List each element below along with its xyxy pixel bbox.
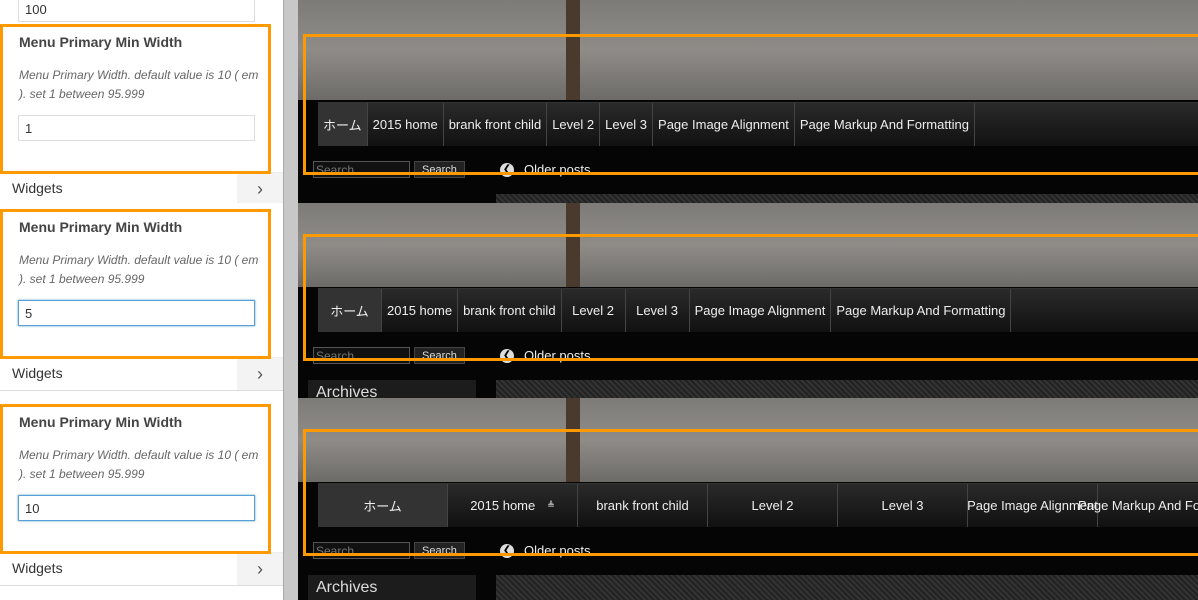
- nav-item[interactable]: Level 2: [547, 103, 601, 146]
- setting-description: Menu Primary Width. default value is 10 …: [19, 448, 259, 481]
- older-posts-link[interactable]: ❮ Older posts: [500, 543, 590, 558]
- scrollbar[interactable]: [283, 398, 298, 600]
- primary-menu: ホーム 2015 home brank front child Level 2 Leve…: [318, 288, 1198, 332]
- chevron-down-icon: ≜: [547, 500, 555, 510]
- search-form: Search: [313, 161, 465, 178]
- customizer-sidebar: Menu Primary Min Width Menu Primary Widt…: [0, 0, 283, 203]
- scrollbar[interactable]: [283, 0, 298, 203]
- nav-item[interactable]: 2015 home: [382, 289, 459, 332]
- customizer-sidebar: Menu Primary Min Width Menu Primary Widt…: [0, 203, 283, 398]
- search-input[interactable]: [313, 161, 410, 178]
- header-image: [298, 0, 1198, 100]
- customizer-sidebar: Menu Primary Min Width Menu Primary Widt…: [0, 398, 283, 600]
- nav-item[interactable]: Page Image Alignment: [690, 289, 832, 332]
- nav-item[interactable]: Level 3: [838, 484, 968, 527]
- widgets-section[interactable]: Widgets ›: [0, 552, 283, 586]
- nav-item[interactable]: Level 2: [562, 289, 626, 332]
- primary-menu: ホーム 2015 home ≜ brank front child Level 2 Lev…: [318, 483, 1198, 527]
- nav-item[interactable]: Page Markup And Formatting: [795, 103, 975, 146]
- menu-min-width-input[interactable]: [18, 495, 255, 521]
- archives-heading: Archives: [308, 575, 476, 600]
- setting-title: Menu Primary Min Width: [19, 34, 183, 50]
- search-form: Search: [313, 347, 465, 364]
- previous-setting-field[interactable]: [18, 0, 255, 22]
- nav-item[interactable]: Level 2: [708, 484, 838, 527]
- menu-min-width-input[interactable]: [18, 115, 255, 141]
- comparison-panel: Menu Primary Min Width Menu Primary Widt…: [0, 0, 1198, 203]
- arrow-left-icon: ❮: [500, 348, 514, 363]
- comparison-panel: Menu Primary Min Width Menu Primary Widt…: [0, 398, 1198, 600]
- older-posts-link[interactable]: ❮ Older posts: [500, 348, 590, 363]
- nav-item[interactable]: ホーム: [318, 484, 448, 527]
- search-button[interactable]: Search: [414, 161, 465, 178]
- older-posts-link[interactable]: ❮ Older posts: [500, 162, 590, 177]
- nav-item[interactable]: Page Image Alignment: [653, 103, 795, 146]
- nav-item[interactable]: 2015 home: [368, 103, 444, 146]
- chevron-right-icon[interactable]: ›: [237, 358, 283, 390]
- content-stripe: [496, 575, 1198, 600]
- search-input[interactable]: [313, 542, 410, 559]
- header-image: [298, 203, 1198, 287]
- search-button[interactable]: Search: [414, 542, 465, 559]
- nav-item[interactable]: brank front child: [458, 289, 562, 332]
- arrow-left-icon: ❮: [500, 162, 514, 177]
- nav-item[interactable]: ホーム: [318, 289, 382, 332]
- nav-item[interactable]: Level 3: [600, 103, 654, 146]
- widgets-section[interactable]: Widgets ›: [0, 357, 283, 391]
- site-preview: ホーム 2015 home ≜ brank front child Level 2 Lev…: [298, 398, 1198, 600]
- chevron-right-icon[interactable]: ›: [237, 173, 283, 203]
- chevron-right-icon[interactable]: ›: [237, 553, 283, 585]
- nav-item[interactable]: brank front child: [444, 103, 548, 146]
- site-preview: ホーム 2015 home brank front child Level 2 Leve…: [298, 0, 1198, 203]
- search-button[interactable]: Search: [414, 347, 465, 364]
- nav-item[interactable]: brank front child: [578, 484, 708, 527]
- comparison-panel: Menu Primary Min Width Menu Primary Widt…: [0, 203, 1198, 398]
- primary-menu: ホーム 2015 home brank front child Level 2 Leve…: [318, 102, 1198, 146]
- search-form: Search: [313, 542, 465, 559]
- nav-item[interactable]: Level 3: [626, 289, 690, 332]
- setting-description: Menu Primary Width. default value is 10 …: [19, 253, 259, 286]
- search-input[interactable]: [313, 347, 410, 364]
- menu-min-width-input[interactable]: [18, 300, 255, 326]
- nav-item[interactable]: 2015 home ≜: [448, 484, 578, 527]
- arrow-left-icon: ❮: [500, 543, 514, 558]
- nav-item[interactable]: Page Markup And Formatting: [831, 289, 1012, 332]
- nav-item[interactable]: Page Markup And Formatting: [1078, 484, 1198, 527]
- widgets-section[interactable]: Widgets ›: [0, 172, 283, 203]
- content-stripe: [496, 194, 1198, 203]
- header-image: [298, 398, 1198, 482]
- content-stripe: [496, 380, 1198, 398]
- nav-item[interactable]: ホーム: [318, 103, 368, 146]
- setting-title: Menu Primary Min Width: [19, 219, 183, 235]
- setting-description: Menu Primary Width. default value is 10 …: [19, 68, 259, 101]
- archives-heading: Archives: [308, 380, 476, 398]
- setting-title: Menu Primary Min Width: [19, 414, 183, 430]
- scrollbar[interactable]: [283, 203, 298, 398]
- site-preview: ホーム 2015 home brank front child Level 2 Leve…: [298, 203, 1198, 398]
